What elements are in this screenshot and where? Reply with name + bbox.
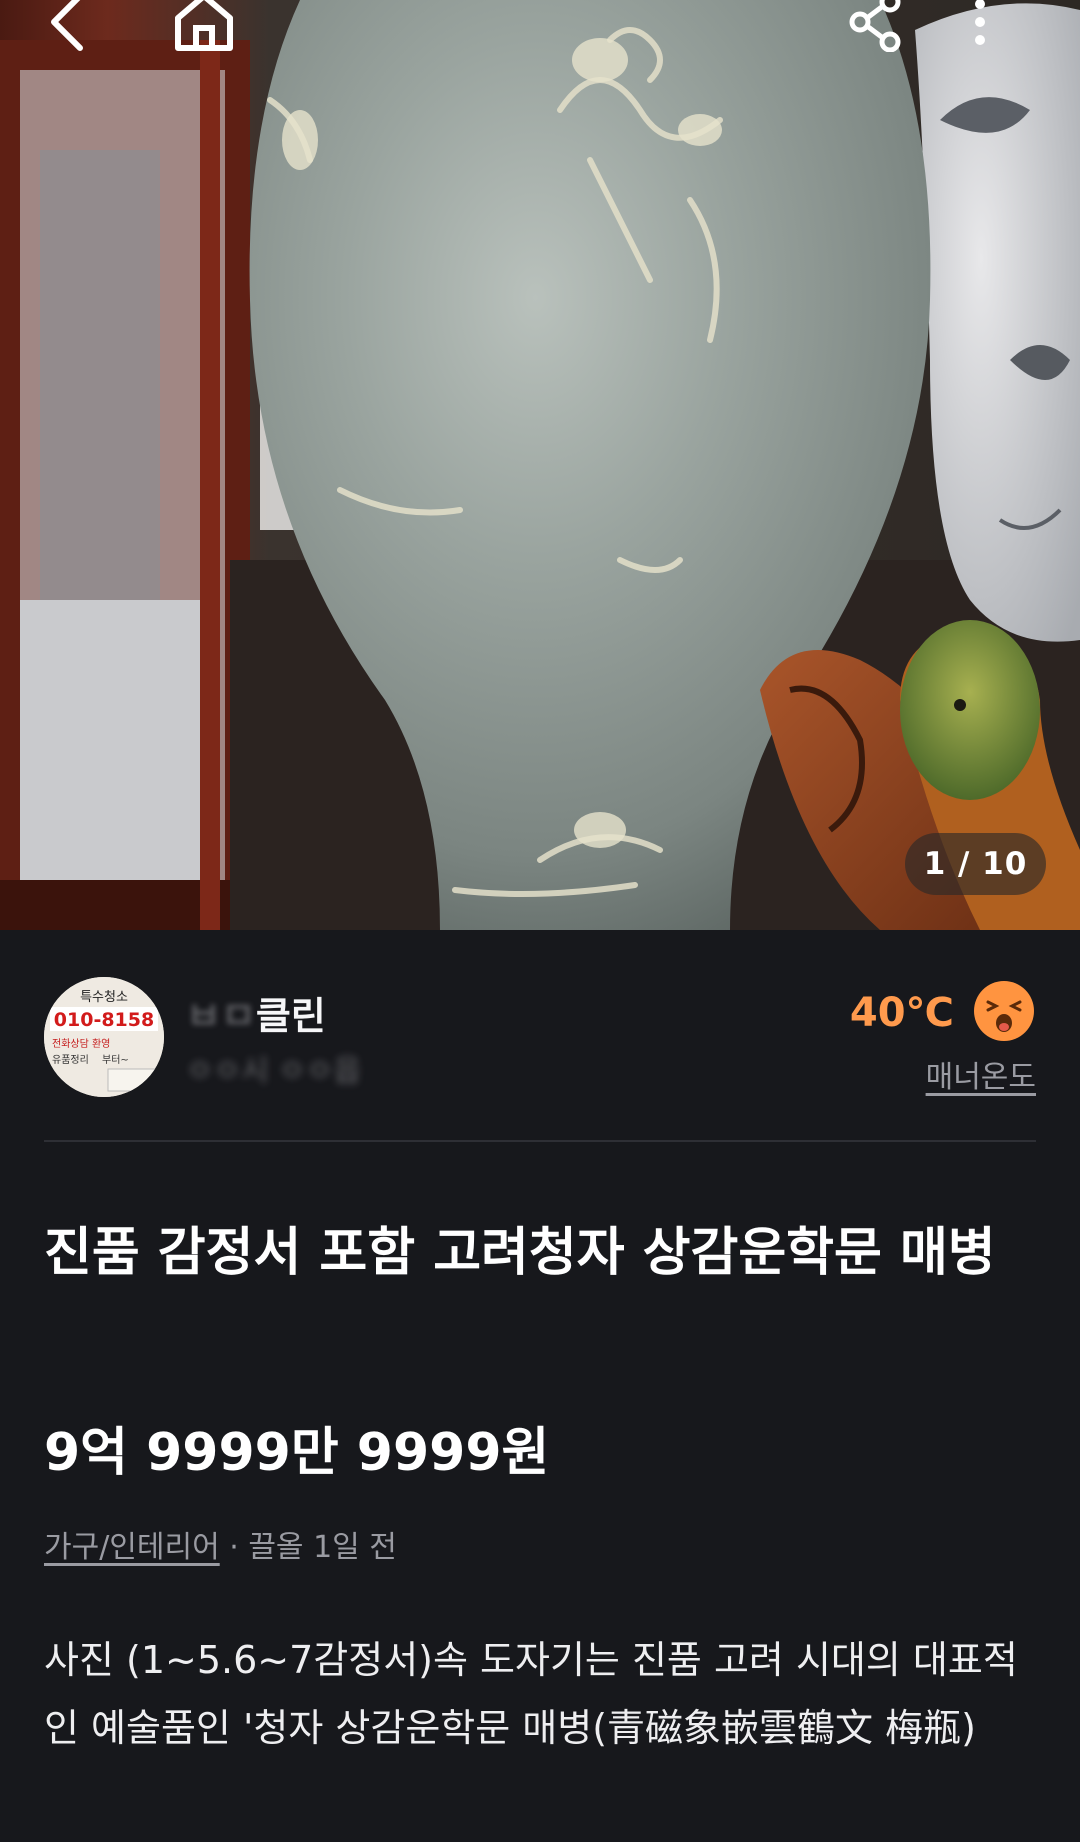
listing-meta: 가구/인테리어 · 끌올 1일 전	[44, 1522, 397, 1566]
seller-name-visible: 클린	[255, 994, 326, 1038]
listing-description: 사진 (1~5.6~7감정서)속 도자기는 진품 고려 시대의 대표적인 예술품…	[44, 1638, 1018, 1750]
meta-separator: ·	[219, 1530, 249, 1565]
back-button[interactable]	[44, 0, 108, 56]
divider	[44, 1140, 1036, 1142]
photo-counter: 1 / 10	[905, 833, 1046, 895]
seller-location: ㅇㅇ시 ㅇㅇ읍	[186, 1054, 362, 1089]
category-link[interactable]: 가구/인테리어	[44, 1530, 220, 1565]
avatar-image: 특수청소 010-8158 전화상담 환영 유품정리 부터~	[44, 977, 164, 1097]
seller-name[interactable]: ㅂㅁ클린	[186, 985, 326, 1040]
seller-name-blurred: ㅂㅁ	[186, 994, 256, 1038]
more-vertical-icon	[975, 0, 985, 45]
avatar-text-line3: 부터~	[102, 1054, 129, 1066]
celadon-vase-image	[0, 0, 1080, 930]
home-icon	[175, 0, 233, 51]
avatar-text-line1: 전화상담 환영	[52, 1038, 110, 1050]
avatar-text-top: 특수청소	[80, 990, 128, 1005]
home-button[interactable]	[172, 0, 236, 56]
product-photo[interactable]: 1 / 10	[0, 0, 1080, 930]
avatar-text-line2: 유품정리	[52, 1054, 89, 1066]
avatar-phone: 010-8158	[54, 1009, 154, 1031]
share-button[interactable]	[846, 0, 910, 56]
listing-price: 9억 9999만 9999원	[44, 1423, 550, 1483]
manner-temperature-label[interactable]: 매너온도	[926, 1052, 1036, 1096]
manner-temperature: 40℃	[849, 990, 954, 1036]
seller-profile[interactable]: 특수청소 010-8158 전화상담 환영 유품정리 부터~ ㅂㅁ클린 ㅇㅇ시 …	[0, 930, 1080, 1142]
seller-avatar[interactable]: 특수청소 010-8158 전화상담 환영 유품정리 부터~	[44, 977, 164, 1097]
share-icon	[849, 0, 901, 52]
listing-title: 진품 감정서 포함 고려청자 상감운학문 매병	[44, 1223, 996, 1283]
top-bar	[0, 0, 1080, 70]
bump-time: 끌올 1일 전	[248, 1530, 397, 1565]
temperature-face-icon	[973, 980, 1035, 1042]
chevron-left-icon	[51, 0, 83, 51]
more-button[interactable]	[970, 0, 1034, 56]
